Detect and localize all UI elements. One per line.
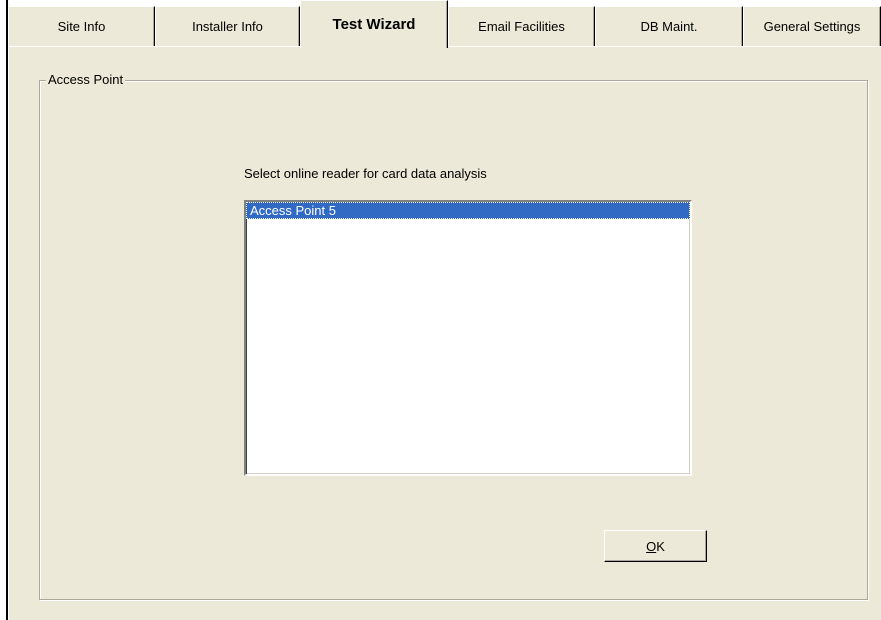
tab-email-facilities[interactable]: Email Facilities: [448, 6, 595, 46]
tab-label: General Settings: [763, 19, 861, 34]
tab-db-maint[interactable]: DB Maint.: [595, 6, 743, 46]
tab-test-wizard[interactable]: Test Wizard: [300, 0, 448, 48]
tab-label: Email Facilities: [478, 19, 565, 34]
reader-listbox[interactable]: Access Point 5: [244, 200, 692, 476]
instruction-label: Select online reader for card data analy…: [244, 166, 487, 181]
tab-label: DB Maint.: [640, 19, 698, 34]
list-item[interactable]: Access Point 5: [246, 202, 690, 219]
tab-label: Site Info: [57, 19, 106, 34]
groupbox-title: Access Point: [46, 72, 126, 88]
ok-button[interactable]: OK: [604, 530, 707, 562]
tab-general-settings[interactable]: General Settings: [743, 6, 881, 46]
tab-site-info[interactable]: Site Info: [8, 6, 155, 46]
tab-label: Installer Info: [192, 19, 263, 34]
ok-mnemonic: O: [646, 538, 657, 554]
tab-label: Test Wizard: [332, 16, 416, 33]
tab-strip: Site Info Installer Info Test Wizard Ema…: [8, 0, 881, 48]
tab-installer-info[interactable]: Installer Info: [155, 6, 300, 46]
ok-label-rest: K: [656, 538, 665, 554]
window-left-edge: [6, 0, 8, 620]
